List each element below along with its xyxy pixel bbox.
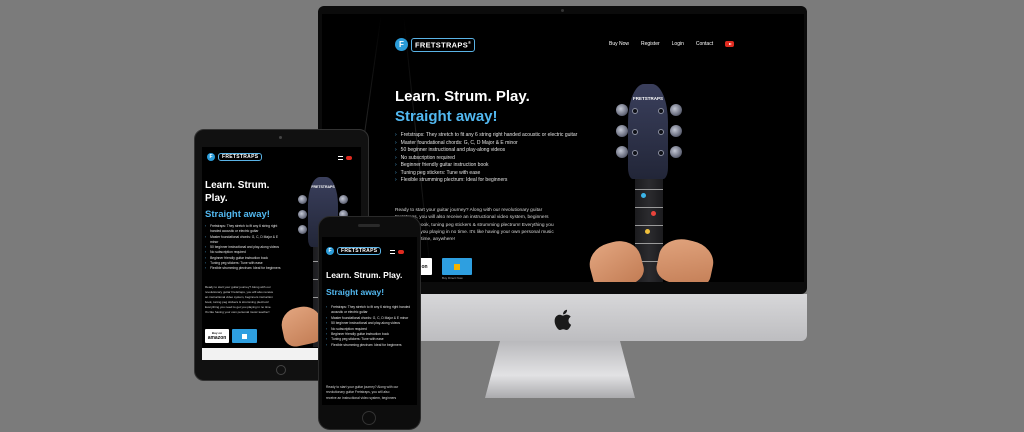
imac-stand <box>485 341 635 398</box>
peg-post <box>632 129 638 135</box>
feature-list: › Fretstraps: They stretch to fit any 6 s… <box>326 305 413 348</box>
chevron-bullet-icon: › <box>395 162 397 168</box>
peg-post <box>658 108 664 114</box>
feature-item: › Flexible strumming plectrum: Ideal for … <box>395 177 508 183</box>
tablet-home-button[interactable] <box>276 365 286 375</box>
phone-menu <box>390 250 404 254</box>
peg-post <box>632 150 638 156</box>
logo-wordmark: FRETSTRAPS <box>337 247 382 255</box>
feature-item: › Fretstraps: They stretch to fit any 6 s… <box>205 224 278 234</box>
headstock-label: FRETSTRAPS <box>632 96 663 101</box>
tuning-peg-icon <box>298 210 307 219</box>
logo-wordmark: FRETSTRAPS <box>218 153 263 161</box>
buy-direct-caption: Buy Direct Now <box>442 276 463 280</box>
youtube-icon[interactable] <box>398 250 404 254</box>
hero-title-line1: Learn. Strum. <box>205 180 270 191</box>
hero-title: Learn. Strum. Play. <box>326 270 403 280</box>
tuning-peg-icon <box>616 125 628 137</box>
logo-name: FRETSTRAPS <box>415 40 469 50</box>
peg-post <box>632 108 638 114</box>
logo-registered: ® <box>468 40 472 45</box>
feature-item: › No subscription required <box>395 154 455 161</box>
tuning-peg-icon <box>298 225 307 234</box>
peg-post <box>658 129 664 135</box>
hero-subtitle: Straight away! <box>326 287 385 297</box>
site-logo[interactable]: F FRETSTRAPS <box>326 247 382 255</box>
main-nav: Buy Now Register Login Contact <box>609 41 735 47</box>
tuning-peg-icon <box>670 104 682 116</box>
phone-home-button[interactable] <box>362 411 376 425</box>
buy-on-amazon-button[interactable]: Buy on amazon <box>205 329 229 343</box>
logo-f-icon: F <box>207 153 215 161</box>
cart-icon <box>242 333 247 339</box>
feature-item: › Beginner friendly guitar instruction bo… <box>395 162 489 168</box>
feature-item: › 50 beginner instructional and play-alon… <box>395 147 506 153</box>
nav-buy-now[interactable]: Buy Now <box>609 41 629 47</box>
hero-subtitle: Straight away! <box>205 209 270 220</box>
site-logo[interactable]: F FRETSTRAPS <box>207 153 263 161</box>
feature-item: › Flexible strumming plectrum: Ideal for … <box>326 342 402 347</box>
cart-icon <box>454 263 460 270</box>
chevron-bullet-icon: › <box>395 139 397 146</box>
feature-item: › Tuning peg stickers: Tune with ease <box>395 169 481 176</box>
phone-speaker <box>358 224 380 227</box>
feature-list: › Fretstraps: They stretch to fit any 6 s… <box>395 132 600 185</box>
nav-register[interactable]: Register <box>641 41 660 47</box>
youtube-icon[interactable] <box>725 41 735 47</box>
menu-icon[interactable] <box>338 156 343 160</box>
tablet-menu <box>338 156 352 160</box>
tuning-peg-icon <box>339 195 348 204</box>
feature-item: › Master foundational chords: G, C, D Maj… <box>395 139 518 146</box>
intro-paragraph: Ready to start your guitar journey? Alon… <box>326 385 399 400</box>
right-hand-image <box>653 234 718 282</box>
logo-wordmark: FRETSTRAPS® <box>411 38 476 52</box>
chevron-bullet-icon: › <box>395 147 397 153</box>
peg-post <box>658 150 664 156</box>
chevron-bullet-icon: › <box>395 169 397 176</box>
chevron-bullet-icon: › <box>395 177 397 183</box>
feature-item: › Fretstraps: They stretch to fit any 6 s… <box>395 132 578 138</box>
hero-subtitle: Straight away! <box>395 108 498 125</box>
intro-paragraph: Ready to start your guitar journey? Alon… <box>395 208 554 243</box>
headstock-label: FRETSTRAPS <box>311 185 335 189</box>
menu-icon[interactable] <box>390 250 395 254</box>
buy-direct-button[interactable] <box>232 329 257 343</box>
tuning-peg-icon <box>616 146 628 158</box>
chevron-bullet-icon: › <box>395 154 397 161</box>
site-logo[interactable]: F FRETSTRAPS® <box>395 38 476 52</box>
nav-login[interactable]: Login <box>672 41 684 47</box>
feature-list: › Fretstraps: They stretch to fit any 6 s… <box>205 224 285 272</box>
imac-camera <box>561 9 564 12</box>
logo-f-icon: F <box>326 247 334 255</box>
tuning-peg-icon <box>616 104 628 116</box>
feature-item: › Master foundational chords: G, C, D Maj… <box>205 234 279 244</box>
feature-item: › Flexible strumming plectrum: Ideal for … <box>205 266 281 271</box>
nav-contact[interactable]: Contact <box>696 41 713 47</box>
feature-item: › Fretstraps: They stretch to fit any 6 s… <box>326 305 411 315</box>
intro-paragraph: Ready to start your guitar journey? Alon… <box>205 285 274 314</box>
chevron-bullet-icon: › <box>395 132 397 138</box>
tuning-peg-icon <box>670 125 682 137</box>
tablet-camera <box>279 136 282 139</box>
tuning-peg-icon <box>670 146 682 158</box>
hero-title: Learn. Strum. Play. <box>395 88 530 105</box>
buy-direct-button[interactable] <box>442 258 472 275</box>
tuning-peg-icon <box>298 195 307 204</box>
youtube-icon[interactable] <box>346 156 352 160</box>
apple-logo-icon <box>554 309 572 331</box>
logo-f-icon: F <box>395 38 408 52</box>
hero-title-line2: Play. <box>205 193 228 204</box>
phone-screen: F FRETSTRAPS Learn. Strum. Play. Straigh… <box>322 237 417 405</box>
